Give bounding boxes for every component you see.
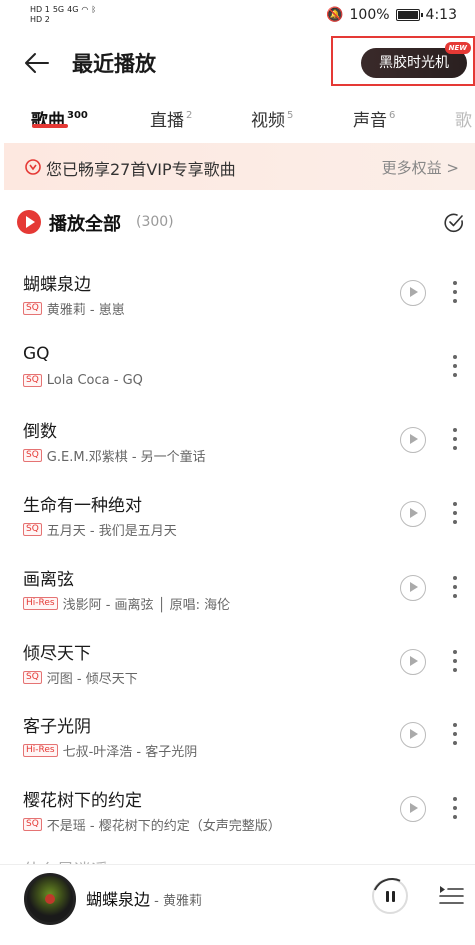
vinyl-time-machine-button[interactable]: 黑胶时光机 NEW <box>361 42 471 78</box>
more-options-icon[interactable] <box>447 352 463 382</box>
video-play-button[interactable] <box>400 796 426 822</box>
tab-videos-label: 视频 <box>251 111 285 131</box>
quality-badge: Hi-Res <box>23 744 58 757</box>
now-playing-song: 蝴蝶泉边 <box>86 890 151 909</box>
more-benefits-link[interactable]: 更多权益 > <box>382 157 459 178</box>
clock: 4:13 <box>425 7 457 23</box>
header: 最近播放 黑胶时光机 NEW <box>0 34 475 92</box>
now-playing-artist: 黄雅莉 <box>162 894 202 909</box>
battery-percent: 100% <box>349 7 390 23</box>
active-tab-indicator <box>32 124 68 128</box>
video-play-button[interactable] <box>400 649 426 675</box>
vip-banner-text: 您已畅享27首VIP专享歌曲 <box>46 160 236 179</box>
tab-bar: 歌曲 300 直播 2 视频 5 声音 6 歌 <box>0 102 475 138</box>
song-meta: 黄雅莉 - 崽崽 <box>46 303 125 318</box>
more-options-icon[interactable] <box>447 499 463 529</box>
signal-indicators: HD 1 5G 4G ◠ ᛒ HD 2 <box>30 5 96 25</box>
tab-videos-count: 5 <box>287 110 294 121</box>
status-bar: HD 1 5G 4G ◠ ᛒ HD 2 🔕 100% 4:13 <box>0 0 475 34</box>
quality-badge: SQ <box>23 449 42 462</box>
highlight-box: 黑胶时光机 NEW <box>331 36 475 86</box>
video-play-button[interactable] <box>400 280 426 306</box>
sim1-label: HD 1 <box>30 5 50 14</box>
song-meta: G.E.M.邓紫棋 - 另一个童话 <box>46 450 206 465</box>
new-badge: NEW <box>444 42 471 54</box>
tab-live-count: 2 <box>186 110 193 121</box>
page-title: 最近播放 <box>72 52 156 76</box>
tab-songs-label: 歌曲 <box>31 111 65 131</box>
tab-audio-label: 声音 <box>353 111 387 131</box>
more-options-icon[interactable] <box>447 647 463 677</box>
more-options-icon[interactable] <box>447 720 463 750</box>
song-title: 倾尽天下 <box>23 644 91 664</box>
tab-audio[interactable]: 声音 6 <box>353 106 395 131</box>
song-meta: 不是瑶 - 樱花树下的约定（女声完整版） <box>46 819 281 834</box>
vinyl-button-label: 黑胶时光机 <box>379 55 449 71</box>
play-all-count: (300) <box>136 214 174 230</box>
more-options-icon[interactable] <box>447 794 463 824</box>
quality-badge: SQ <box>23 523 42 536</box>
song-row[interactable]: 倾尽天下 SQ 河图 - 倾尽天下 <box>0 629 475 702</box>
song-row[interactable]: 客子光阴 Hi-Res 七叔-叶泽浩 - 客子光阴 <box>0 702 475 775</box>
more-options-icon[interactable] <box>447 278 463 308</box>
video-play-button[interactable] <box>400 427 426 453</box>
song-row[interactable]: 倒数 SQ G.E.M.邓紫棋 - 另一个童话 <box>0 407 475 480</box>
tab-playlists-partial[interactable]: 歌 <box>455 106 472 131</box>
sim2-label: HD 2 <box>30 15 50 24</box>
more-options-icon[interactable] <box>447 573 463 603</box>
video-play-button[interactable] <box>400 722 426 748</box>
tab-videos[interactable]: 视频 5 <box>251 106 293 131</box>
tab-songs-count: 300 <box>67 110 88 121</box>
quality-badge: SQ <box>23 671 42 684</box>
song-title: GQ <box>23 344 50 364</box>
tab-live[interactable]: 直播 2 <box>150 106 192 131</box>
song-title: 客子光阴 <box>23 717 91 737</box>
battery-icon <box>395 9 423 21</box>
album-cover[interactable] <box>24 873 76 925</box>
play-all-label: 播放全部 <box>49 214 121 235</box>
quality-badge: SQ <box>23 374 42 387</box>
net1-label: 5G <box>52 5 65 14</box>
now-playing-separator: - <box>150 894 163 909</box>
song-row[interactable]: 樱花树下的约定 SQ 不是瑶 - 樱花树下的约定（女声完整版） <box>0 776 475 849</box>
song-meta: Lola Coca - GQ <box>46 373 143 388</box>
quality-badge: SQ <box>23 302 42 315</box>
song-row[interactable]: 画离弦 Hi-Res 浅影阿 - 画离弦 │ 原唱: 海伦 <box>0 555 475 628</box>
vip-record-icon <box>25 159 41 175</box>
song-meta: 浅影阿 - 画离弦 │ 原唱: 海伦 <box>62 598 231 613</box>
play-all-row[interactable]: 播放全部 (300) <box>0 200 475 246</box>
song-meta: 河图 - 倾尽天下 <box>46 672 138 687</box>
song-title: 樱花树下的约定 <box>23 791 142 811</box>
quality-badge: Hi-Res <box>23 597 58 610</box>
mute-icon: 🔕 <box>326 7 344 23</box>
now-playing-title: 蝴蝶泉边 - 黄雅莉 <box>86 886 202 910</box>
song-title: 生命有一种绝对 <box>23 496 142 516</box>
quality-badge: SQ <box>23 818 42 831</box>
song-row[interactable]: 蝴蝶泉边 SQ 黄雅莉 - 崽崽 <box>0 260 475 333</box>
vip-banner[interactable]: 您已畅享27首VIP专享歌曲 更多权益 > <box>4 143 475 190</box>
playlist-icon[interactable] <box>438 882 464 908</box>
song-meta: 五月天 - 我们是五月天 <box>46 524 177 539</box>
wifi-icon: ◠ <box>81 5 89 14</box>
tab-audio-count: 6 <box>389 110 396 121</box>
back-arrow-icon[interactable] <box>22 48 52 78</box>
multi-select-icon[interactable] <box>443 212 465 234</box>
video-play-button[interactable] <box>400 501 426 527</box>
song-row[interactable]: 生命有一种绝对 SQ 五月天 - 我们是五月天 <box>0 481 475 554</box>
song-meta: 七叔-叶泽浩 - 客子光阴 <box>62 745 198 760</box>
bluetooth-icon: ᛒ <box>91 5 97 14</box>
video-play-button[interactable] <box>400 575 426 601</box>
song-title: 蝴蝶泉边 <box>23 275 91 295</box>
more-options-icon[interactable] <box>447 425 463 455</box>
tab-partial-label: 歌 <box>455 111 472 131</box>
mini-player[interactable]: 蝴蝶泉边 - 黄雅莉 <box>0 864 475 945</box>
net2-label: 4G <box>67 5 79 14</box>
song-title: 倒数 <box>23 422 57 442</box>
play-all-icon[interactable] <box>17 210 41 234</box>
song-title: 画离弦 <box>23 570 74 590</box>
tab-live-label: 直播 <box>150 111 184 131</box>
song-row[interactable]: GQ SQ Lola Coca - GQ <box>0 334 475 407</box>
pause-button[interactable] <box>372 878 408 914</box>
